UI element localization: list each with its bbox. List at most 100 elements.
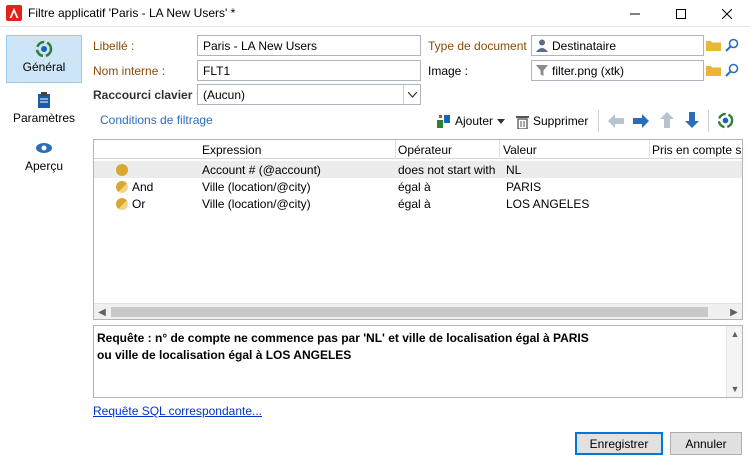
trash-icon [516,115,529,129]
condition-or-icon [116,198,128,210]
search-button-image[interactable] [723,61,741,79]
nav-label-general: Général [22,60,66,74]
nom-interne-field[interactable]: FLT1 [197,60,421,81]
app-logo-icon [6,5,22,21]
column-divider [395,140,396,159]
window-title: Filtre applicatif 'Paris - LA New Users'… [28,6,236,20]
row-value: NL [506,163,522,177]
raccourci-dropdown[interactable]: (Aucun) [197,84,421,105]
close-button[interactable] [704,0,750,27]
nav-item-apercu[interactable]: Aperçu [6,135,82,183]
scroll-right-icon[interactable]: ▶ [726,304,742,319]
row-expression: Ville (location/@city) [202,197,311,211]
arrow-right-icon [633,114,649,128]
left-navigation: Général Paramètres Aperçu [0,27,87,462]
refresh-icon [717,112,733,128]
conditions-grid[interactable]: Expression Opérateur Valeur Pris en comp… [93,139,743,320]
scroll-left-icon[interactable]: ◀ [94,304,110,319]
toolbar-divider [708,110,709,132]
type-document-value: Destinataire [552,39,617,53]
nom-interne-label: Nom interne : [93,64,166,78]
row-expression: Ville (location/@city) [202,180,311,194]
arrow-down-icon [685,112,699,128]
condition-and-icon [116,181,128,193]
minimize-icon [630,13,640,14]
nav-item-parametres[interactable]: Paramètres [6,87,82,135]
folder-icon [705,66,721,76]
libelle-label: Libellé : [93,39,135,53]
image-label: Image : [428,64,469,78]
condition-icon [116,164,128,176]
row-value: LOS ANGELES [506,197,590,211]
row-operator: égal à [398,197,431,211]
table-row[interactable]: Account # (@account) does not start with… [94,161,742,178]
add-condition-icon [437,114,450,128]
cancel-button[interactable]: Annuler [670,432,742,455]
query-summary: Requête : n° de compte ne commence pas p… [93,325,743,398]
folder-icon [705,41,721,51]
row-operator: does not start with [398,163,496,177]
chevron-down-icon[interactable] [403,85,420,104]
column-divider [499,140,500,159]
search-icon [725,38,739,52]
maximize-icon [676,8,686,19]
scroll-up-icon[interactable]: ▲ [727,326,743,342]
toolbar-divider [598,110,599,132]
arrow-left-icon [608,114,624,128]
caret-down-icon [497,118,506,124]
refresh-button[interactable] [716,111,734,129]
add-button-label: Ajouter [455,114,494,128]
table-row[interactable]: Or Ville (location/@city) égal à LOS ANG… [94,195,742,212]
column-header-operator[interactable]: Opérateur [398,143,452,157]
type-document-label: Type de document : [428,39,534,53]
vertical-scrollbar[interactable]: ▲ ▼ [726,326,742,397]
row-conjunction: And [132,180,154,194]
row-expression: Account # (@account) [202,163,321,177]
nav-item-general[interactable]: Général [6,35,82,83]
maximize-button[interactable] [658,0,704,27]
search-icon [725,63,739,77]
filter-section-title: Conditions de filtrage [100,113,213,127]
nav-label-parametres: Paramètres [12,111,76,125]
filter-icon [35,40,53,58]
type-document-field[interactable]: Destinataire [531,35,704,56]
libelle-field[interactable]: Paris - LA New Users [197,35,421,56]
search-button-type[interactable] [723,36,741,54]
move-left-button[interactable] [607,112,625,130]
column-header-value[interactable]: Valeur [503,143,537,157]
column-header-condition[interactable]: Pris en compte si [652,143,742,157]
raccourci-label: Raccourci clavier : [93,88,200,102]
query-line-1: Requête : n° de compte ne commence pas p… [97,331,589,345]
arrow-up-icon [660,112,674,128]
funnel-icon [536,65,548,76]
grid-header: Expression Opérateur Valeur Pris en comp… [94,140,742,159]
close-icon [722,8,732,19]
add-button[interactable]: Ajouter [436,111,506,131]
row-conjunction: Or [132,197,146,211]
row-operator: égal à [398,180,431,194]
column-divider [649,140,650,159]
move-up-button[interactable] [658,111,676,129]
table-row[interactable]: And Ville (location/@city) égal à PARIS [94,178,742,195]
sql-query-link[interactable]: Requête SQL correspondante... [93,404,262,418]
scroll-down-icon[interactable]: ▼ [727,381,743,397]
image-field[interactable]: filter.png (xtk) [531,60,704,81]
image-value: filter.png (xtk) [552,64,625,78]
move-down-button[interactable] [683,111,701,129]
save-button[interactable]: Enregistrer [575,432,663,455]
delete-button[interactable]: Supprimer [516,111,588,131]
row-value: PARIS [506,180,542,194]
nav-label-apercu: Aperçu [24,159,64,173]
scrollbar-thumb[interactable] [111,307,708,317]
column-header-expression[interactable]: Expression [202,143,261,157]
move-right-button[interactable] [632,112,650,130]
delete-button-label: Supprimer [533,114,589,128]
eye-icon [36,143,52,153]
folder-button-image[interactable] [704,61,722,79]
user-icon [536,39,548,52]
minimize-button[interactable] [612,0,658,27]
raccourci-value: (Aucun) [203,88,246,102]
horizontal-scrollbar[interactable]: ◀ ▶ [94,303,742,319]
folder-button-type[interactable] [704,36,722,54]
query-line-2: ou ville de localisation égal à LOS ANGE… [97,348,352,362]
